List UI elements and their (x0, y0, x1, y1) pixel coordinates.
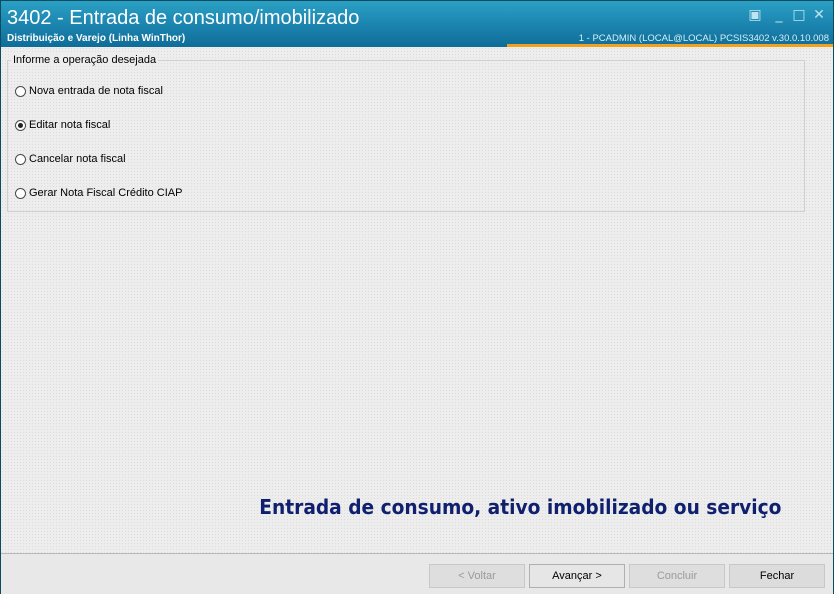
window-title: 3402 - Entrada de consumo/imobilizado (7, 7, 360, 29)
radio-nova-entrada[interactable]: Nova entrada de nota fiscal (15, 83, 163, 99)
window-subtitle: Distribuição e Varejo (Linha WinThor) (7, 33, 186, 44)
finish-button[interactable]: Concluir (629, 564, 725, 588)
next-button[interactable]: Avançar > (529, 564, 625, 588)
radio-gerar-ciap[interactable]: Gerar Nota Fiscal Crédito CIAP (15, 185, 182, 201)
content-area: Informe a operação desejada Nova entrada… (1, 47, 833, 553)
close-button[interactable]: Fechar (729, 564, 825, 588)
radio-button[interactable] (15, 153, 26, 165)
radio-button-selected[interactable] (15, 119, 26, 131)
restore-icon[interactable]: ▣ (747, 7, 763, 23)
wizard-button-bar: < Voltar Avançar > Concluir Fechar (1, 553, 833, 594)
back-button[interactable]: < Voltar (429, 564, 525, 588)
radio-label: Editar nota fiscal (29, 119, 111, 131)
page-tagline: Entrada de consumo, ativo imobilizado ou… (258, 495, 781, 519)
operation-group-legend: Informe a operação desejada (11, 54, 159, 66)
system-info: 1 - PCADMIN (LOCAL@LOCAL) PCSIS3402 v.30… (578, 33, 829, 44)
radio-button[interactable] (15, 85, 26, 97)
radio-label: Nova entrada de nota fiscal (29, 85, 163, 97)
close-icon[interactable]: ✕ (811, 7, 827, 23)
minimize-icon[interactable]: _ (771, 7, 787, 23)
radio-cancelar-nota[interactable]: Cancelar nota fiscal (15, 151, 126, 167)
radio-button[interactable] (15, 187, 26, 199)
title-bar[interactable]: 3402 - Entrada de consumo/imobilizado Di… (1, 1, 833, 47)
wizard-window: 3402 - Entrada de consumo/imobilizado Di… (0, 0, 834, 594)
radio-label: Cancelar nota fiscal (29, 153, 126, 165)
radio-editar-nota[interactable]: Editar nota fiscal (15, 117, 110, 133)
maximize-icon[interactable]: □ (791, 7, 807, 23)
radio-label: Gerar Nota Fiscal Crédito CIAP (29, 187, 183, 199)
